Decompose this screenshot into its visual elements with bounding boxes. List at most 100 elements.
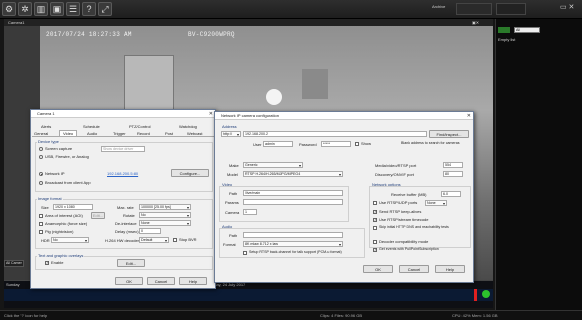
- use-rtsp-udp-checkbox[interactable]: [373, 201, 377, 205]
- radio-usb[interactable]: [39, 155, 43, 159]
- camera-window-icons[interactable]: ▣✕: [472, 20, 479, 25]
- screen-device-field[interactable]: Show device driver: [101, 146, 145, 152]
- radio-broadcast[interactable]: [39, 181, 43, 185]
- tab-audio[interactable]: Audio: [87, 131, 97, 136]
- tab-post[interactable]: Post: [165, 131, 173, 136]
- tab-watchdog[interactable]: Watchdog: [179, 124, 197, 129]
- close-icon[interactable]: ✕: [209, 110, 213, 118]
- network-address-link[interactable]: 192.168.200.5:80: [107, 171, 138, 176]
- timeline-cursor[interactable]: [474, 289, 477, 301]
- live-indicator-icon: [482, 290, 490, 298]
- deinterlace-select[interactable]: None: [139, 220, 191, 226]
- make-select[interactable]: Generic: [243, 162, 303, 168]
- keepalive-label: Send RTSP keep-alives: [379, 209, 422, 214]
- hdr-label: HDR: [41, 238, 50, 243]
- ip-dialog-title: Network IP camera configuration: [221, 113, 279, 118]
- timeline-track[interactable]: [4, 289, 493, 301]
- all-cameras-select[interactable]: All Camer: [4, 260, 24, 267]
- address-label: Address: [221, 124, 238, 129]
- fullscreen-icon[interactable]: ⤢: [98, 2, 112, 16]
- max-rate-select[interactable]: 100000 [25.00 fps]: [139, 204, 191, 210]
- rotate-select[interactable]: No: [139, 212, 191, 218]
- protocol-select[interactable]: http://: [221, 131, 241, 137]
- configure-button[interactable]: Configure...: [171, 169, 209, 177]
- image-format-label: Image format: [37, 196, 63, 201]
- close-icon[interactable]: ✕: [467, 112, 471, 120]
- decoder-select[interactable]: Default: [139, 237, 169, 243]
- address-field[interactable]: 192.168.200.2: [243, 131, 427, 137]
- media-port-field[interactable]: 554: [443, 162, 463, 168]
- scene-shelf: [302, 69, 328, 99]
- camera-id-text: BV-C9200WPRQ: [188, 31, 235, 38]
- find-inspect-button[interactable]: Find/inspect...: [429, 130, 469, 138]
- help-icon[interactable]: ?: [82, 2, 96, 16]
- tab-alerts[interactable]: Alerts: [41, 124, 51, 129]
- size-field[interactable]: 1920 x 1080: [53, 204, 93, 210]
- skip-tests-checkbox[interactable]: [373, 226, 377, 230]
- blank-address-hint: Blank address to search for cameras: [401, 141, 460, 145]
- audio-path-field[interactable]: [243, 232, 343, 238]
- tab-record[interactable]: Record: [137, 131, 150, 136]
- timeline-left-label: Sunday: [6, 282, 20, 287]
- image-icon[interactable]: ▣: [50, 2, 64, 16]
- hdr-select[interactable]: No: [51, 237, 89, 243]
- window-controls[interactable]: ▭ ✕: [560, 3, 578, 15]
- camera-ok-button[interactable]: OK: [115, 277, 143, 285]
- delay-field[interactable]: 0: [139, 228, 161, 234]
- enable-overlays-label: Enable: [51, 260, 64, 265]
- scene-lamp: [266, 89, 282, 105]
- tab-general[interactable]: General: [34, 131, 48, 136]
- model-select[interactable]: RTSP H.264/H.265/MJPG/MPEG4: [243, 171, 343, 177]
- camera-help-button[interactable]: Help: [179, 277, 207, 285]
- camera-cancel-button[interactable]: Cancel: [147, 277, 175, 285]
- camera-number-field[interactable]: 1: [243, 209, 257, 215]
- tab-video[interactable]: Video: [59, 130, 78, 136]
- get-events-label: Get events with PullPointSubscription: [379, 247, 439, 251]
- backchannel-checkbox[interactable]: [243, 251, 247, 255]
- ip-ok-button[interactable]: OK: [363, 265, 393, 273]
- keepalive-checkbox[interactable]: [373, 209, 377, 214]
- view-selector[interactable]: [496, 3, 526, 15]
- tab-schedule[interactable]: Schedule: [83, 124, 100, 129]
- settings-icon[interactable]: ✲: [18, 2, 32, 16]
- list-icon[interactable]: ☰: [66, 2, 80, 16]
- aoi-checkbox[interactable]: [39, 214, 43, 218]
- tab-trigger[interactable]: Trigger: [113, 131, 126, 136]
- params-label: Params: [225, 200, 239, 205]
- password-field[interactable]: *****: [321, 141, 351, 147]
- timecode-checkbox[interactable]: [373, 217, 377, 222]
- empty-list-text: Empty list: [498, 37, 516, 42]
- anamorphic-checkbox[interactable]: [39, 222, 43, 226]
- decoder-compat-checkbox[interactable]: [373, 240, 377, 244]
- receive-buffer-label: Receive buffer (MB): [391, 192, 427, 197]
- receive-buffer-field[interactable]: 6.0: [441, 191, 461, 197]
- radio-screen-capture-label: Screen capture: [45, 146, 73, 151]
- ip-cancel-button[interactable]: Cancel: [399, 265, 429, 273]
- params-field[interactable]: [243, 199, 343, 205]
- archive-label: Archive: [432, 4, 446, 9]
- get-events-checkbox[interactable]: [373, 247, 377, 252]
- archive-controls[interactable]: [456, 3, 492, 15]
- chart-icon[interactable]: ▥: [34, 2, 48, 16]
- gear-icon[interactable]: ⚙: [2, 2, 16, 16]
- radio-screen-capture[interactable]: [39, 147, 43, 151]
- tab-webcast[interactable]: Webcast: [187, 131, 203, 136]
- discovery-port-field[interactable]: 80: [443, 171, 463, 177]
- filter-select[interactable]: All: [514, 27, 540, 33]
- overlay-edit-button[interactable]: Edit...: [117, 259, 145, 267]
- tab-ptz-control[interactable]: PTZ/Control: [129, 124, 151, 129]
- enable-overlays-checkbox[interactable]: [45, 260, 49, 265]
- udp-select[interactable]: None: [425, 200, 447, 206]
- ip-help-button[interactable]: Help: [435, 265, 465, 273]
- show-password-checkbox[interactable]: [355, 142, 359, 146]
- user-label: User: [253, 142, 262, 147]
- radio-network-ip[interactable]: [39, 172, 43, 176]
- green-indicator-icon: [498, 27, 510, 33]
- user-field[interactable]: admin: [263, 141, 293, 147]
- stop-bvr-checkbox[interactable]: [173, 238, 177, 242]
- video-path-field[interactable]: /live/main: [243, 190, 343, 196]
- timecode-label: Use RTSP/stream timecode: [379, 217, 429, 222]
- aoi-edit-button[interactable]: Edit...: [91, 212, 105, 219]
- format-select[interactable]: 8K mlaw 8.712 x law: [243, 241, 343, 247]
- pig-checkbox[interactable]: [39, 230, 43, 234]
